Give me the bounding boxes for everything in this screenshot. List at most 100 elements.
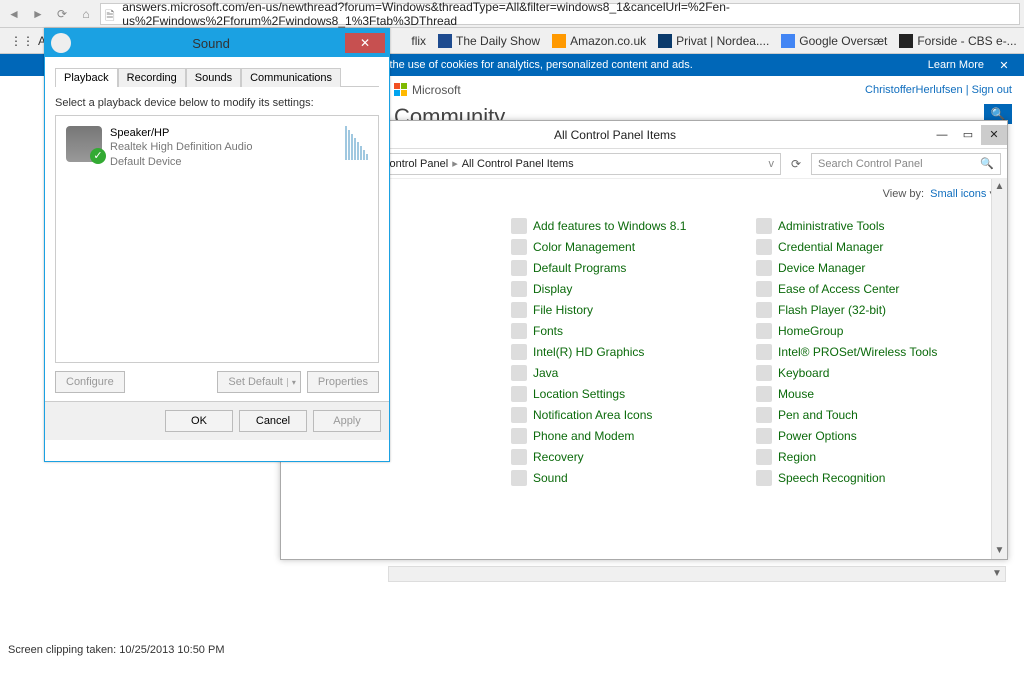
minimize-button[interactable]: —: [929, 125, 955, 145]
scroll-right[interactable]: ▼: [989, 567, 1005, 581]
cp-item[interactable]: Credential Manager: [756, 239, 995, 255]
browser-toolbar: ◄ ► ⟳ ⌂ 🗎 answers.microsoft.com/en-us/ne…: [0, 0, 1024, 28]
cp-item[interactable]: File History: [511, 302, 750, 318]
cp-item[interactable]: Speech Recognition: [756, 470, 995, 486]
device-list[interactable]: ✓ Speaker/HP Realtek High Definition Aud…: [55, 115, 379, 363]
cp-item-icon: [756, 260, 772, 276]
view-by: View by: Small icons ▾: [883, 187, 995, 200]
cp-item-icon: [511, 428, 527, 444]
ok-button[interactable]: OK: [165, 410, 233, 432]
cp-item-icon: [511, 239, 527, 255]
sound-dialog: Sound ✕ Playback Recording Sounds Commun…: [44, 28, 390, 462]
cp-item-icon: [511, 470, 527, 486]
properties-button[interactable]: Properties: [307, 371, 379, 393]
cp-title-text: All Control Panel Items: [301, 128, 929, 142]
cp-item[interactable]: Display: [511, 281, 750, 297]
cp-item[interactable]: Recovery: [511, 449, 750, 465]
cp-item-icon: [511, 344, 527, 360]
screen-clip-note: Screen clipping taken: 10/25/2013 10:50 …: [8, 644, 224, 656]
cp-item-icon: [511, 365, 527, 381]
signout-link[interactable]: Sign out: [972, 84, 1012, 96]
bookmark-item[interactable]: Google Oversæt: [775, 32, 893, 50]
device-driver: Realtek High Definition Audio: [110, 140, 252, 154]
tab-playback[interactable]: Playback: [55, 68, 118, 87]
cp-item-icon: [756, 281, 772, 297]
page-icon: 🗎: [105, 7, 118, 21]
cp-item[interactable]: Ease of Access Center: [756, 281, 995, 297]
cp-item-icon: [756, 323, 772, 339]
url-bar[interactable]: 🗎 answers.microsoft.com/en-us/newthread?…: [100, 3, 1020, 25]
ms-logo[interactable]: Microsoft: [394, 83, 461, 97]
cp-item[interactable]: Pen and Touch: [756, 407, 995, 423]
cp-item[interactable]: Fonts: [511, 323, 750, 339]
cp-item[interactable]: Color Management: [511, 239, 750, 255]
bookmark-item[interactable]: flix: [405, 32, 432, 50]
cp-item-icon: [756, 365, 772, 381]
cp-item[interactable]: Phone and Modem: [511, 428, 750, 444]
cp-item[interactable]: Java: [511, 365, 750, 381]
cp-item[interactable]: Keyboard: [756, 365, 995, 381]
cp-item[interactable]: Power Options: [756, 428, 995, 444]
cp-item[interactable]: Notification Area Icons: [511, 407, 750, 423]
cookie-close[interactable]: ✕: [996, 59, 1012, 72]
close-button[interactable]: ✕: [981, 125, 1007, 145]
cp-item[interactable]: Location Settings: [511, 386, 750, 402]
bookmark-item[interactable]: The Daily Show: [432, 32, 546, 50]
cancel-button[interactable]: Cancel: [239, 410, 307, 432]
configure-button[interactable]: Configure: [55, 371, 125, 393]
cp-item-icon: [756, 407, 772, 423]
cp-item[interactable]: Flash Player (32-bit): [756, 302, 995, 318]
scroll-up[interactable]: ▲: [992, 179, 1007, 195]
cp-item[interactable]: HomeGroup: [756, 323, 995, 339]
cp-item-icon: [756, 344, 772, 360]
set-default-button[interactable]: Set Default: [217, 371, 300, 393]
home-button[interactable]: ⌂: [76, 4, 96, 24]
tab-sounds[interactable]: Sounds: [186, 68, 241, 87]
cp-item[interactable]: Add features to Windows 8.1: [511, 218, 750, 234]
maximize-button[interactable]: ▭: [955, 125, 981, 145]
bookmark-item[interactable]: Forside - CBS e-...: [893, 32, 1022, 50]
cp-item-icon: [511, 218, 527, 234]
tab-recording[interactable]: Recording: [118, 68, 186, 87]
bookmark-item[interactable]: Amazon.co.uk: [546, 32, 652, 50]
cp-item[interactable]: Mouse: [756, 386, 995, 402]
cp-item[interactable]: Intel® PROSet/Wireless Tools: [756, 344, 995, 360]
speaker-icon: ✓: [66, 126, 102, 162]
user-link[interactable]: ChristofferHerlufsen: [865, 84, 963, 96]
sound-titlebar[interactable]: Sound ✕: [45, 29, 389, 57]
scroll-down[interactable]: ▼: [992, 543, 1007, 559]
cp-item-icon: [756, 449, 772, 465]
refresh-button[interactable]: ⟳: [785, 153, 807, 175]
cp-item-icon: [756, 386, 772, 402]
cp-search-input[interactable]: Search Control Panel 🔍: [811, 153, 1001, 175]
cp-item-icon: [756, 428, 772, 444]
cp-item-icon: [511, 323, 527, 339]
back-button[interactable]: ◄: [4, 4, 24, 24]
search-icon: 🔍: [980, 157, 994, 170]
default-check-icon: ✓: [90, 148, 106, 164]
cp-item[interactable]: Device Manager: [756, 260, 995, 276]
cp-scrollbar[interactable]: ▲ ▼: [991, 179, 1007, 559]
cp-item-icon: [511, 281, 527, 297]
bookmark-item[interactable]: Privat | Nordea....: [652, 32, 775, 50]
cp-item-icon: [511, 449, 527, 465]
breadcrumb[interactable]: ▸ Control Panel ▸ All Control Panel Item…: [365, 153, 781, 175]
tab-communications[interactable]: Communications: [241, 68, 341, 87]
reload-button[interactable]: ⟳: [52, 4, 72, 24]
cp-item-icon: [511, 302, 527, 318]
cp-item[interactable]: Administrative Tools: [756, 218, 995, 234]
page-h-scrollbar[interactable]: ▼: [388, 566, 1006, 582]
cp-item[interactable]: Intel(R) HD Graphics: [511, 344, 750, 360]
view-by-select[interactable]: Small icons: [930, 188, 986, 200]
cookie-learn-more[interactable]: Learn More: [928, 59, 984, 71]
cp-item[interactable]: Default Programs: [511, 260, 750, 276]
apply-button[interactable]: Apply: [313, 410, 381, 432]
device-item[interactable]: ✓ Speaker/HP Realtek High Definition Aud…: [62, 122, 372, 173]
cp-item-icon: [756, 470, 772, 486]
cp-item-icon: [756, 302, 772, 318]
cp-item[interactable]: Sound: [511, 470, 750, 486]
level-meter: [345, 126, 368, 160]
sound-close-button[interactable]: ✕: [345, 33, 385, 53]
cp-item[interactable]: Region: [756, 449, 995, 465]
forward-button[interactable]: ►: [28, 4, 48, 24]
